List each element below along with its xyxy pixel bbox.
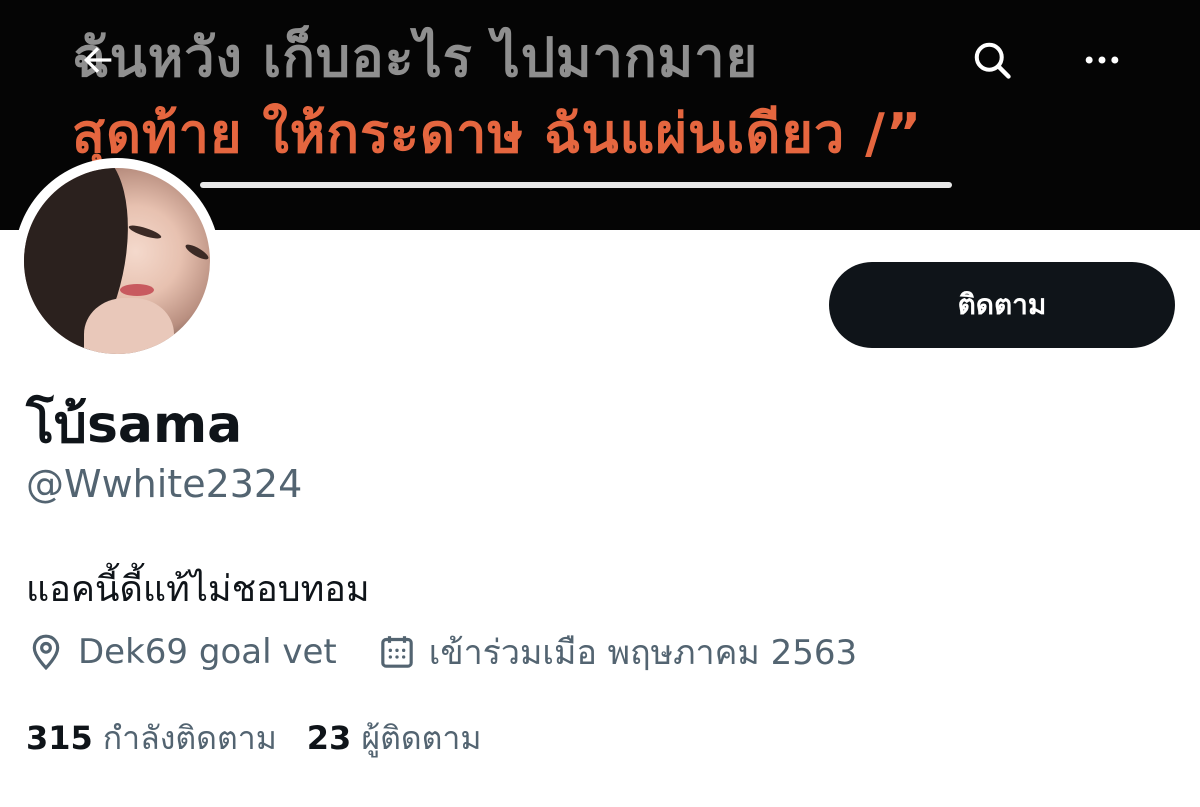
followers-label: ผู้ติดตาม: [361, 718, 482, 757]
avatar[interactable]: [24, 168, 210, 354]
search-icon: [974, 42, 1011, 79]
joined-date-text: เข้าร่วมเมือ พฤษภาคม 2563: [428, 633, 858, 673]
banner-text-line1: ฉันหวัง เก็บอะไร ไปมากมาย: [72, 26, 759, 89]
display-name: โบ้sama: [26, 395, 243, 455]
profile-meta-row: Dek69 goal vet เข้าร่วมเมือ พฤษภาคม 2563: [26, 628, 897, 676]
avatar-eye: [127, 222, 163, 242]
bio-text: แอคนี้ดี้แท้ไม่ชอบทอม: [26, 569, 370, 610]
banner-underline: [200, 182, 952, 188]
location-item: Dek69 goal vet: [26, 632, 337, 672]
joined-item: เข้าร่วมเมือ พฤษภาคม 2563: [377, 625, 857, 679]
back-button[interactable]: [72, 34, 124, 86]
followers-stat[interactable]: 23 ผู้ติดตาม: [307, 713, 482, 764]
avatar-eye: [183, 242, 210, 262]
following-stat[interactable]: 315 กำลังติดตาม: [26, 713, 277, 764]
followers-count: 23: [306, 719, 352, 757]
calendar-icon: [380, 636, 413, 668]
avatar-hand: [84, 298, 174, 354]
following-label: กำลังติดตาม: [102, 718, 277, 757]
location-text: Dek69 goal vet: [78, 632, 337, 672]
arrow-left-icon: [84, 47, 112, 73]
avatar-lips: [120, 284, 154, 296]
user-handle: @Wwhite2324: [26, 462, 303, 506]
banner-text-line2: สุดท้าย ให้กระดาษ ฉันแผ่นเดียว /”: [72, 102, 923, 165]
more-options-button[interactable]: [1076, 34, 1128, 86]
more-horizontal-icon: [1085, 56, 1119, 64]
following-count: 315: [26, 719, 93, 757]
location-pin-icon: [32, 634, 60, 671]
search-button[interactable]: [966, 34, 1018, 86]
follow-stats-row: 315 กำลังติดตาม 23 ผู้ติดตาม: [26, 714, 511, 762]
follow-button[interactable]: ติดตาม: [829, 262, 1175, 348]
